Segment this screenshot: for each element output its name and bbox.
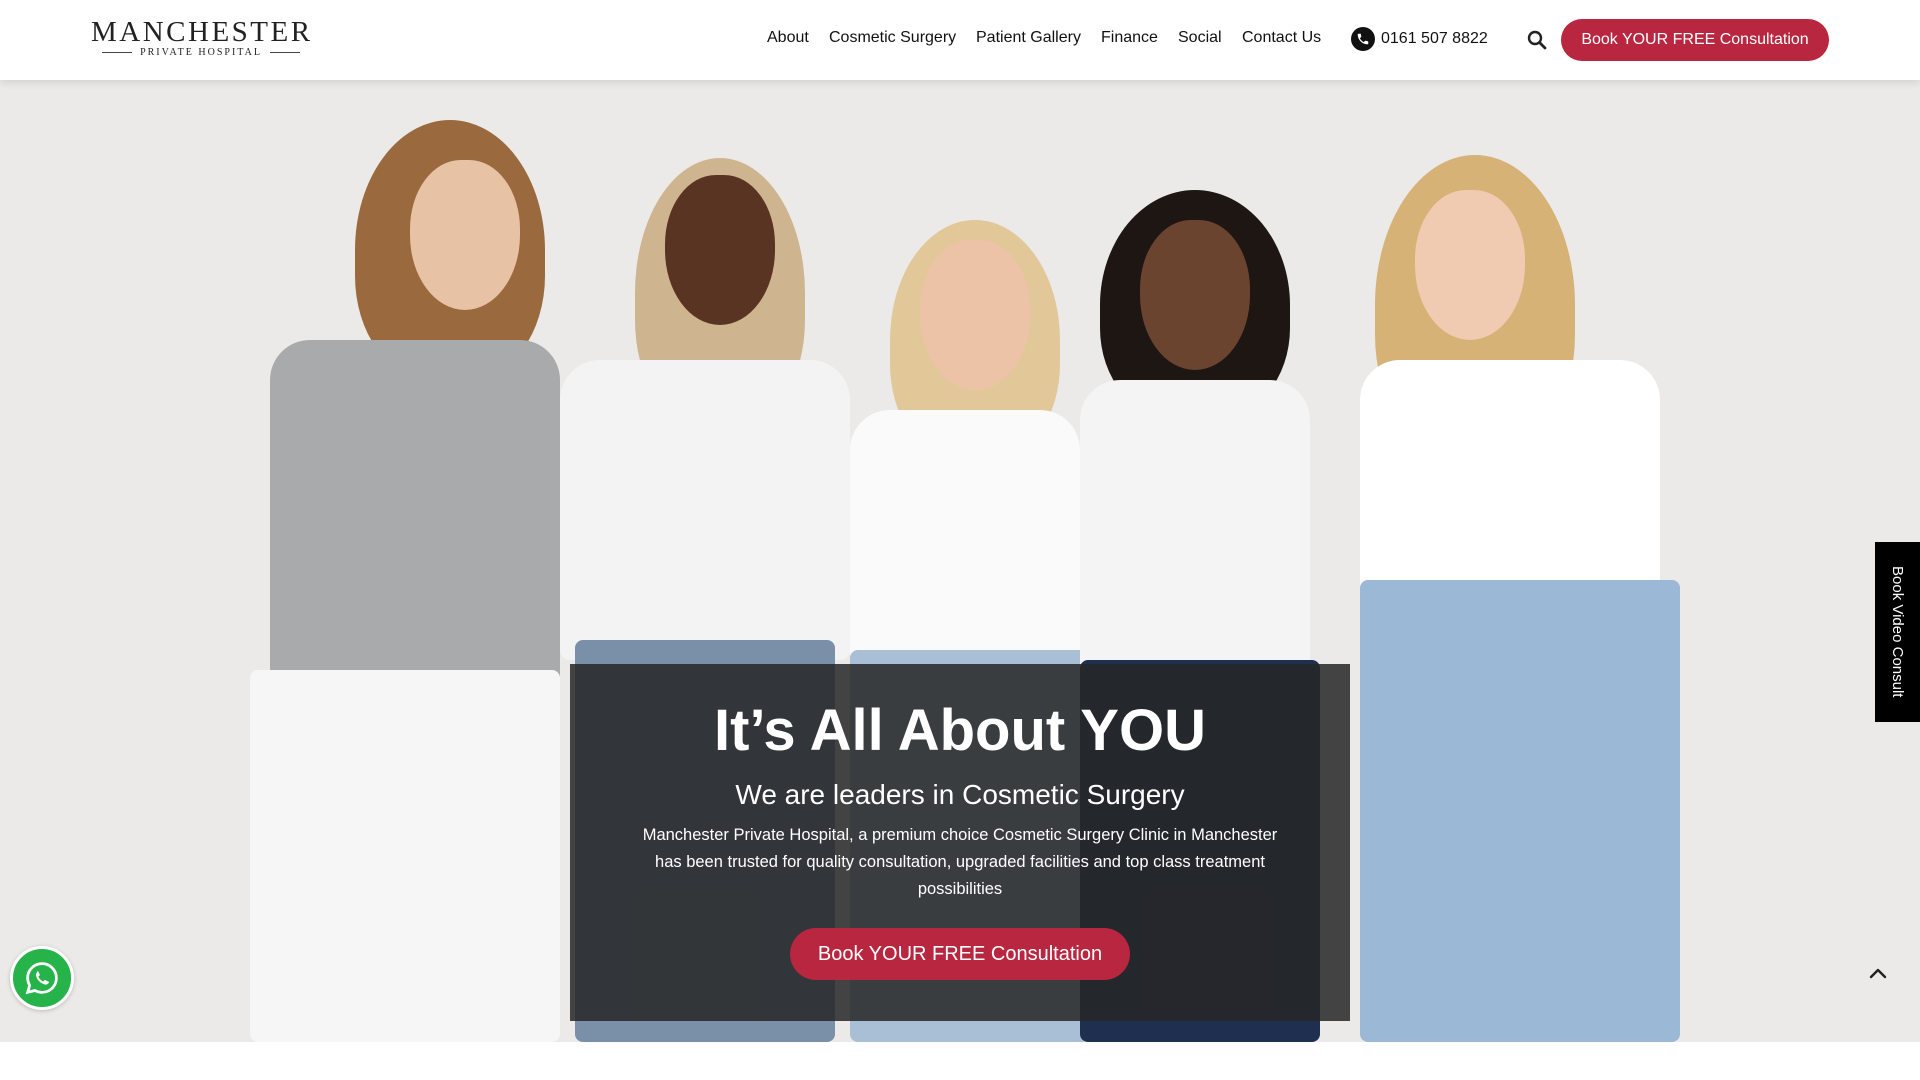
hero-section: It’s All About YOU We are leaders in Cos… bbox=[0, 80, 1920, 1042]
book-video-consult-tab[interactable]: Book Video Consult bbox=[1875, 542, 1920, 722]
nav-contact-us[interactable]: Contact Us bbox=[1242, 29, 1321, 47]
photo-shape bbox=[270, 340, 560, 700]
site-header: MANCHESTER PRIVATE HOSPITAL About Cosmet… bbox=[0, 0, 1920, 80]
next-section-edge bbox=[0, 1042, 1920, 1080]
photo-shape bbox=[1140, 220, 1250, 370]
photo-shape bbox=[850, 410, 1080, 670]
phone-link[interactable]: 0161 507 8822 bbox=[1351, 27, 1488, 51]
photo-shape bbox=[410, 160, 520, 310]
photo-shape bbox=[560, 360, 850, 660]
phone-icon bbox=[1351, 27, 1375, 51]
nav-about[interactable]: About bbox=[767, 29, 809, 47]
nav-finance[interactable]: Finance bbox=[1101, 29, 1158, 47]
photo-shape bbox=[920, 240, 1030, 390]
nav-patient-gallery[interactable]: Patient Gallery bbox=[976, 29, 1081, 47]
phone-number: 0161 507 8822 bbox=[1381, 30, 1488, 47]
chevron-up-icon[interactable] bbox=[1866, 962, 1890, 986]
main-nav: About Cosmetic Surgery Patient Gallery F… bbox=[0, 0, 1920, 80]
nav-cosmetic-surgery[interactable]: Cosmetic Surgery bbox=[829, 29, 956, 47]
whatsapp-icon bbox=[25, 962, 58, 995]
hero-subtitle: We are leaders in Cosmetic Surgery bbox=[735, 779, 1185, 810]
hero-text-panel: It’s All About YOU We are leaders in Cos… bbox=[570, 664, 1350, 1021]
photo-shape bbox=[665, 175, 775, 325]
search-icon[interactable] bbox=[1525, 28, 1549, 52]
photo-shape bbox=[1415, 190, 1525, 340]
hero-description: Manchester Private Hospital, a premium c… bbox=[642, 826, 1278, 898]
photo-shape bbox=[1360, 580, 1680, 1042]
photo-shape bbox=[250, 670, 560, 1042]
photo-shape bbox=[1080, 380, 1310, 680]
hero-book-consultation-button[interactable]: Book YOUR FREE Consultation bbox=[790, 928, 1130, 980]
nav-social[interactable]: Social bbox=[1178, 29, 1222, 47]
whatsapp-button[interactable] bbox=[10, 946, 74, 1010]
header-book-consultation-button[interactable]: Book YOUR FREE Consultation bbox=[1561, 19, 1829, 61]
hero-title: It’s All About YOU bbox=[714, 698, 1206, 763]
